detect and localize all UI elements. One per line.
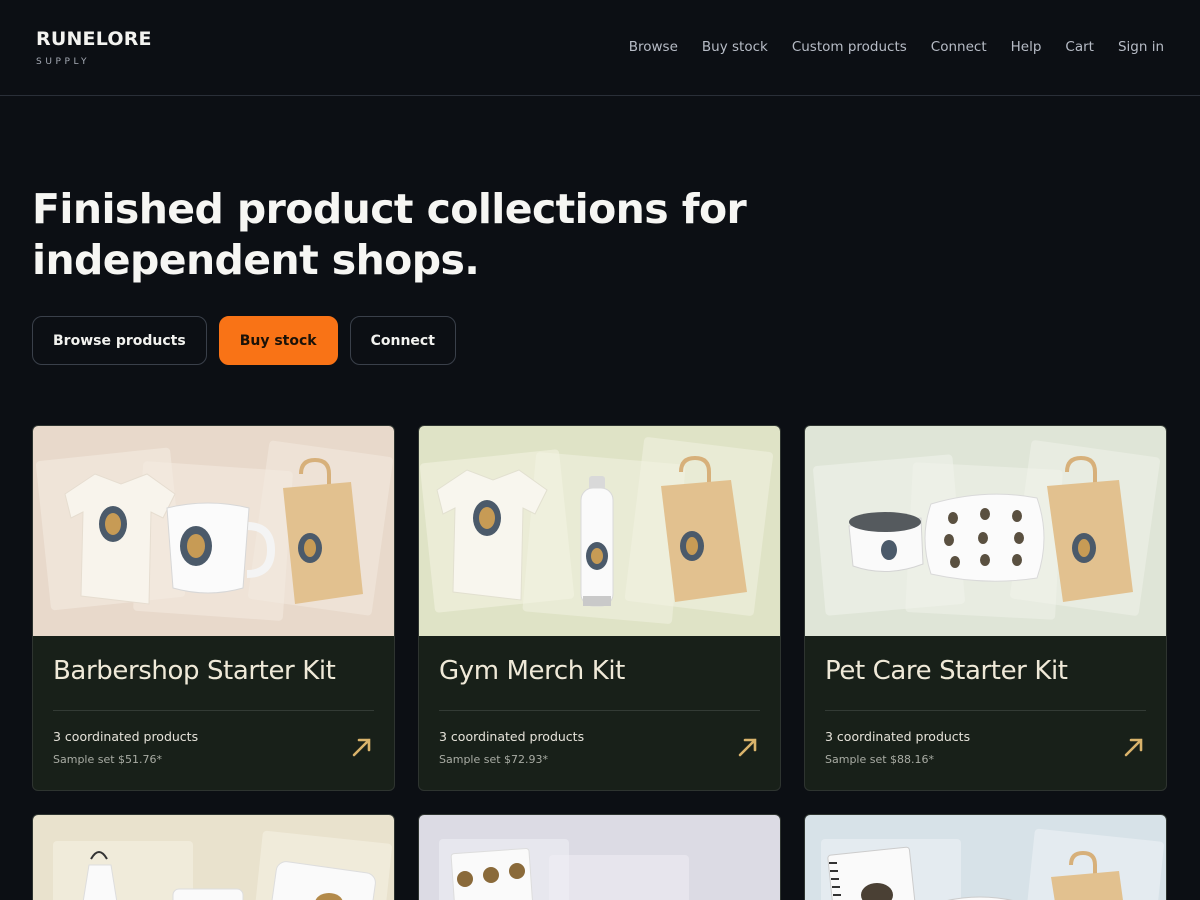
sticker-kit-illustration (439, 839, 689, 900)
nav-cart[interactable]: Cart (1065, 39, 1094, 55)
hero-title: Finished product collections for indepen… (32, 184, 792, 286)
product-image-gym (419, 426, 780, 636)
card-title: Gym Merch Kit (439, 656, 625, 686)
nav-custom-products[interactable]: Custom products (792, 39, 907, 55)
card-sample-price: Sample set $51.76* (53, 753, 163, 766)
pet-care-kit-illustration (813, 440, 1160, 620)
card-body: Gym Merch Kit 3 coordinated products Sam… (419, 636, 780, 790)
card-divider (53, 710, 374, 711)
card-product-count: 3 coordinated products (439, 729, 585, 744)
product-image-barbershop (33, 426, 394, 636)
product-card-gym[interactable]: Gym Merch Kit 3 coordinated products Sam… (418, 425, 781, 791)
product-image-pet-care (805, 426, 1166, 636)
arrow-up-right-icon[interactable] (350, 735, 374, 759)
brand-name: RUNELORE (36, 28, 152, 50)
card-body: Pet Care Starter Kit 3 coordinated produ… (805, 636, 1166, 790)
product-card-barbershop[interactable]: Barbershop Starter Kit 3 coordinated pro… (32, 425, 395, 791)
hero-title-line-2: independent shops. (32, 236, 480, 284)
connect-button[interactable]: Connect (349, 316, 456, 365)
apron-kit-illustration (53, 830, 392, 900)
product-card-pet-care[interactable]: Pet Care Starter Kit 3 coordinated produ… (804, 425, 1167, 791)
nav-help[interactable]: Help (1011, 39, 1042, 55)
site-header: RUNELORE SUPPLY Browse Buy stock Custom … (0, 0, 1200, 96)
product-card-row2-3[interactable] (804, 814, 1167, 900)
brand-logo[interactable]: RUNELORE SUPPLY (36, 28, 152, 67)
card-product-count: 3 coordinated products (53, 729, 199, 744)
card-body: Barbershop Starter Kit 3 coordinated pro… (33, 636, 394, 790)
arrow-up-right-icon[interactable] (1122, 735, 1146, 759)
arrow-up-right-icon[interactable] (736, 735, 760, 759)
nav-sign-in[interactable]: Sign in (1118, 39, 1164, 55)
card-divider (825, 710, 1146, 711)
card-sample-price: Sample set $72.93* (439, 753, 549, 766)
hero-title-line-1: Finished product collections for (32, 185, 747, 233)
main-nav: Browse Buy stock Custom products Connect… (629, 39, 1164, 55)
browse-products-button[interactable]: Browse products (32, 316, 207, 365)
notebook-kit-illustration (821, 828, 1164, 900)
gym-kit-illustration (419, 437, 774, 624)
card-divider (439, 710, 760, 711)
nav-connect[interactable]: Connect (931, 39, 987, 55)
product-card-row2-1[interactable] (32, 814, 395, 900)
card-product-count: 3 coordinated products (825, 729, 971, 744)
buy-stock-button[interactable]: Buy stock (218, 316, 338, 365)
card-title: Barbershop Starter Kit (53, 656, 336, 686)
brand-tagline: SUPPLY (36, 57, 91, 67)
nav-buy-stock[interactable]: Buy stock (702, 39, 768, 55)
hero-actions: Browse products Buy stock Connect (32, 316, 456, 365)
card-sample-price: Sample set $88.16* (825, 753, 935, 766)
product-card-row2-2[interactable] (418, 814, 781, 900)
card-title: Pet Care Starter Kit (825, 656, 1068, 686)
barbershop-kit-illustration (35, 440, 394, 621)
nav-browse[interactable]: Browse (629, 39, 678, 55)
